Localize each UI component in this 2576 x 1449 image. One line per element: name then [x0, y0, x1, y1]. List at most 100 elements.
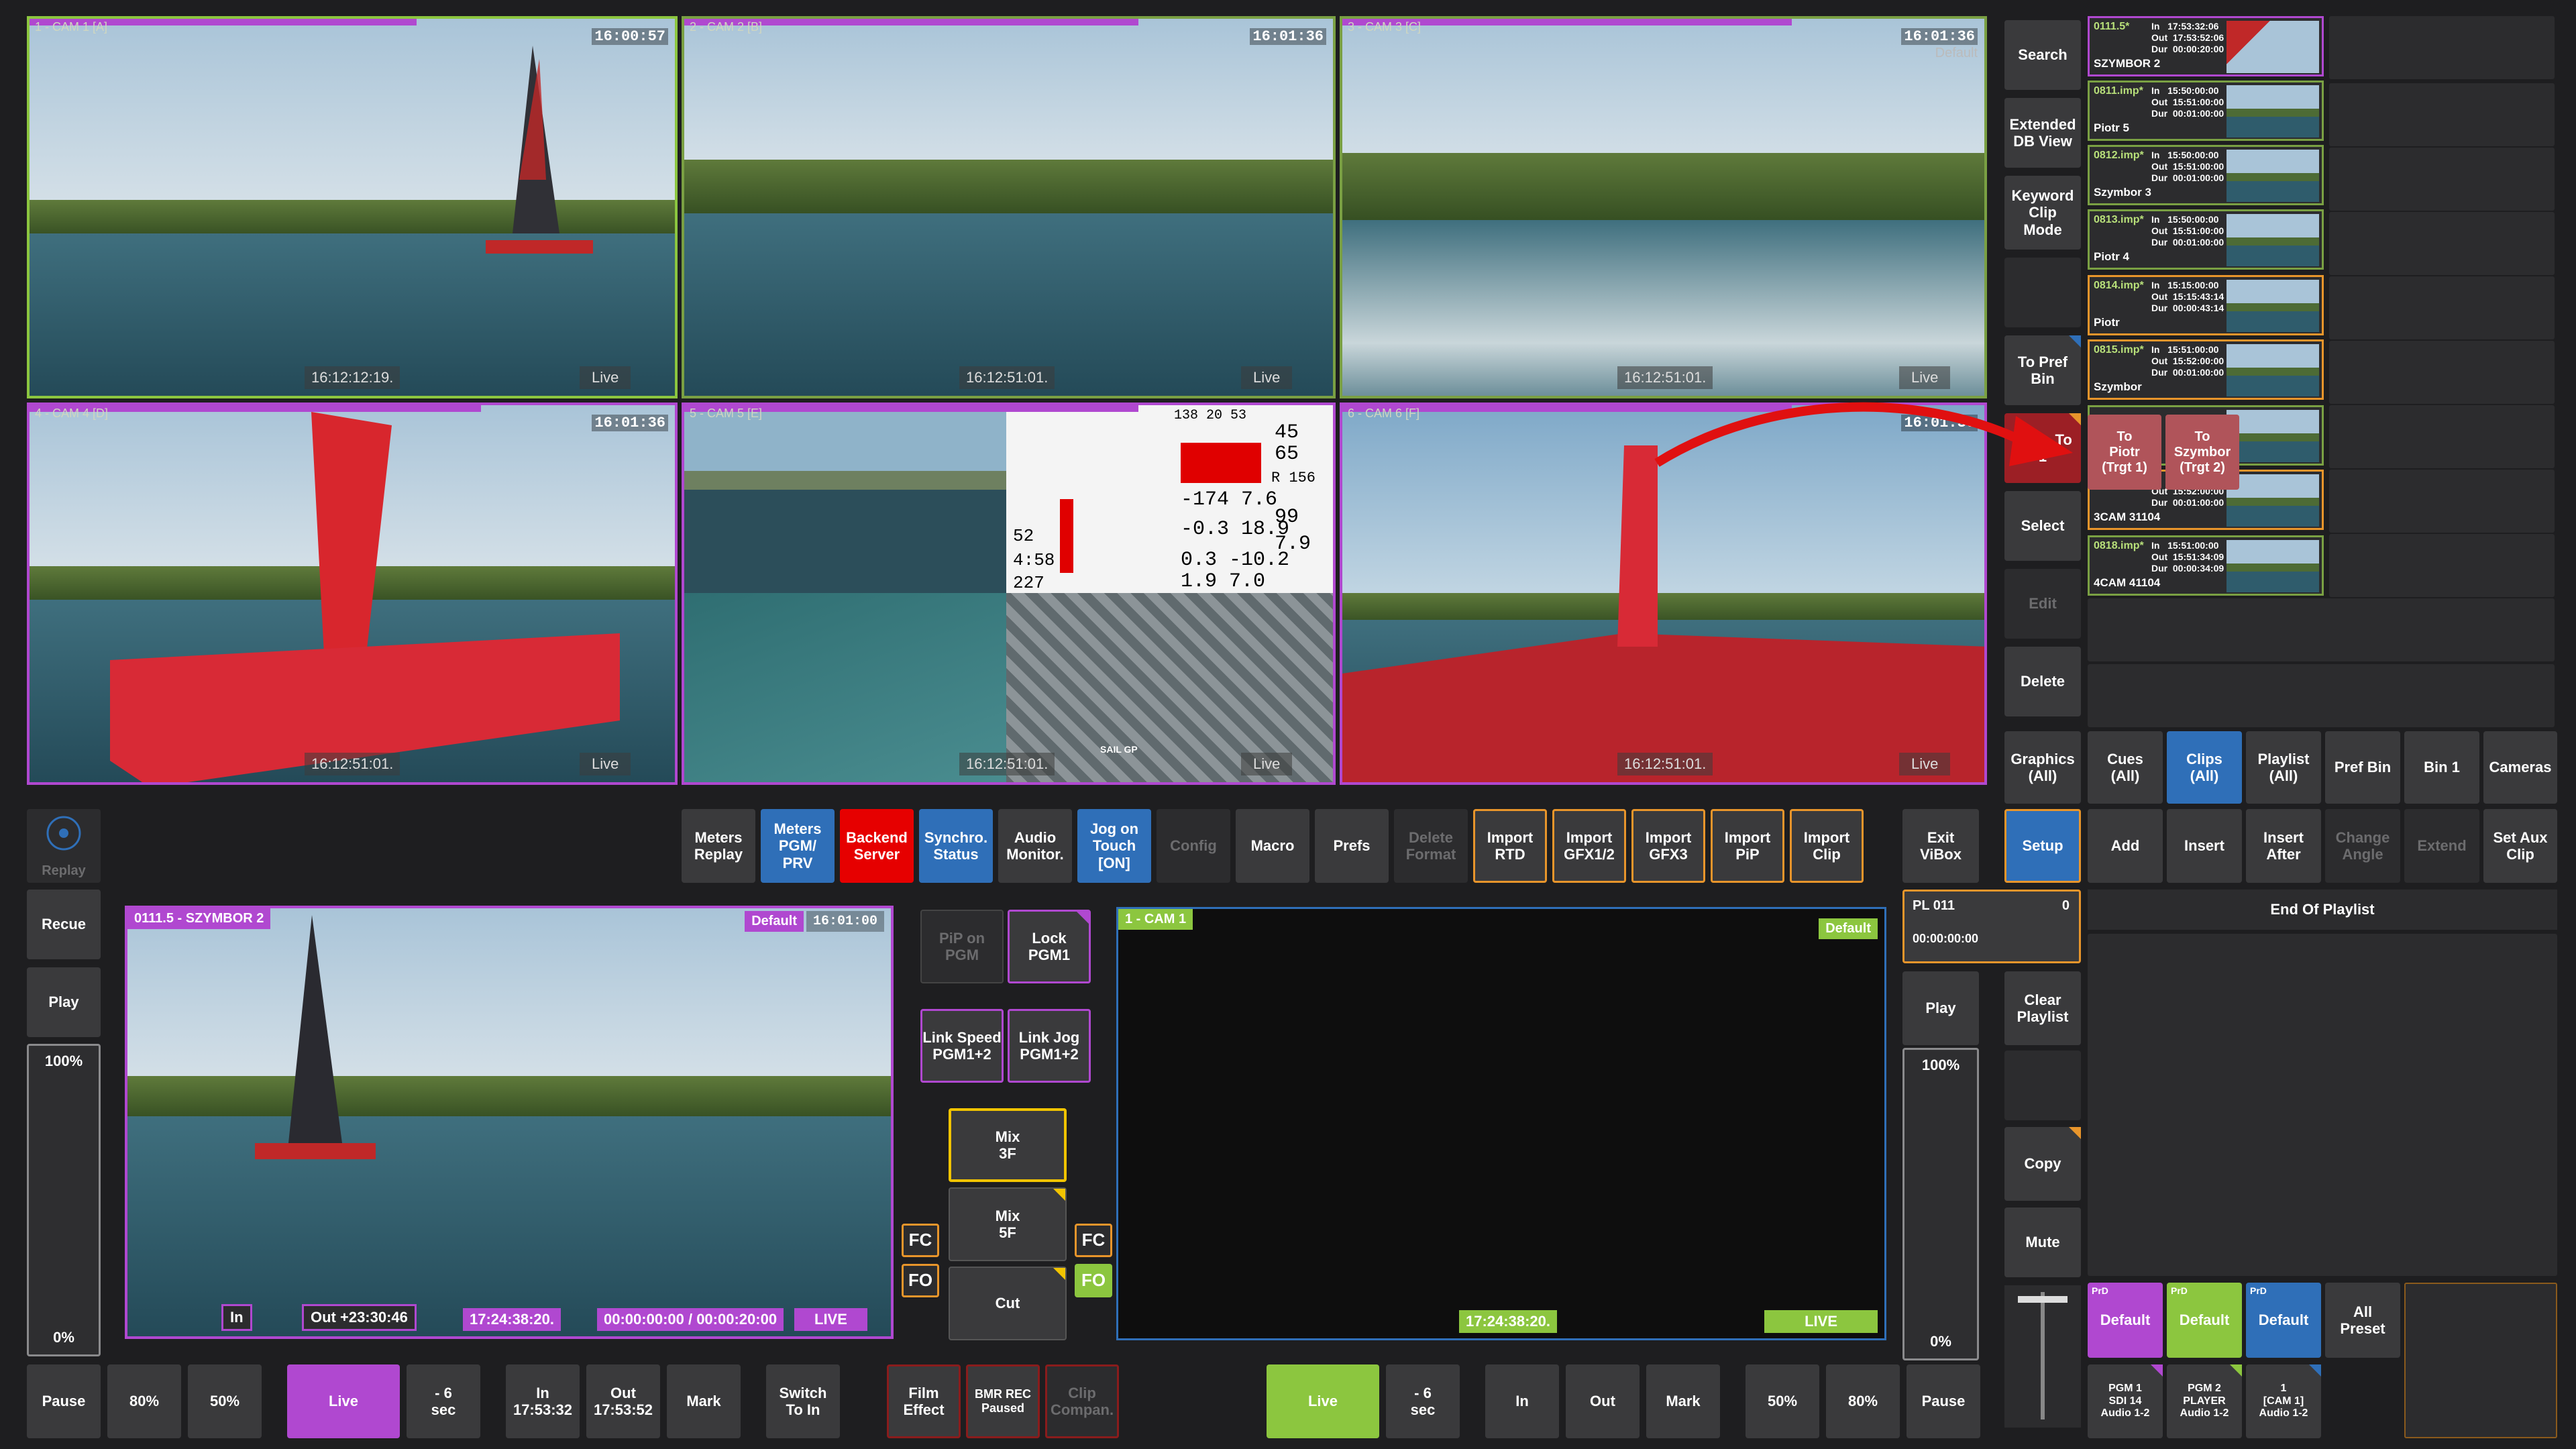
- camera-view-1[interactable]: 1 - CAM 1 [A] 16:00:57 16:12:12:19. Live: [27, 16, 678, 398]
- audio-fader[interactable]: [2004, 1285, 2081, 1428]
- clip-item[interactable]: 0813.imp* In 15:50:00:00 Out 15:51:00:00 …: [2088, 209, 2324, 270]
- delete-button[interactable]: Delete: [2004, 647, 2081, 716]
- mark-button[interactable]: Mark: [1646, 1364, 1720, 1438]
- fader-handle[interactable]: [2018, 1296, 2068, 1303]
- cues-bin-tab[interactable]: Cues (All): [2088, 731, 2163, 804]
- clip-item[interactable]: 0818.imp* In 15:51:00:00 Out 15:51:34:09 …: [2088, 535, 2324, 596]
- audio-out-button[interactable]: PGM 2 PLAYER Audio 1-2: [2167, 1364, 2242, 1438]
- fade-out-left-button[interactable]: FO: [902, 1264, 939, 1297]
- pause-button[interactable]: Pause: [27, 1364, 101, 1438]
- audio-monitor-button[interactable]: Audio Monitor.: [998, 809, 1072, 883]
- insert-button[interactable]: Insert: [2167, 809, 2242, 883]
- meters-pgm-prv-button[interactable]: Meters PGM/ PRV: [761, 809, 835, 883]
- edit-button[interactable]: Edit: [2004, 569, 2081, 639]
- archive-target-1-button[interactable]: To Piotr (Trgt 1): [2088, 415, 2161, 490]
- all-preset-button[interactable]: All Preset: [2325, 1283, 2400, 1358]
- clip-companion-button[interactable]: Clip Compan.: [1045, 1364, 1119, 1438]
- extended-db-view-button[interactable]: Extended DB View: [2004, 98, 2081, 168]
- setup-button[interactable]: Setup: [2004, 809, 2081, 883]
- minus-6-sec-button[interactable]: - 6 sec: [407, 1364, 480, 1438]
- film-effect-button[interactable]: Film Effect: [887, 1364, 961, 1438]
- speed-50-button[interactable]: 50%: [188, 1364, 262, 1438]
- clip-item[interactable]: 0111.5* In 17:53:32:06 Out 17:53:52:06 Du…: [2088, 16, 2324, 76]
- pause-button[interactable]: Pause: [1907, 1364, 1980, 1438]
- prefs-button[interactable]: Prefs: [1315, 809, 1389, 883]
- clip-item[interactable]: 0811.imp* In 15:50:00:00 Out 15:51:00:00 …: [2088, 80, 2324, 141]
- bin-1-tab[interactable]: Bin 1: [2404, 731, 2479, 804]
- audio-out-button[interactable]: PGM 1 SDI 14 Audio 1-2: [2088, 1364, 2163, 1438]
- mix-3f-button[interactable]: Mix 3F: [949, 1108, 1067, 1182]
- camera-view-4[interactable]: 4 - CAM 4 [D] 16:01:36 16:12:51:01. Live: [27, 402, 678, 785]
- mute-button[interactable]: Mute: [2004, 1208, 2081, 1277]
- clip-item[interactable]: 0815.imp* In 15:51:00:00 Out 15:52:00:00 …: [2088, 339, 2324, 400]
- link-jog-button[interactable]: Link Jog PGM1+2: [1008, 1009, 1091, 1083]
- clip-item[interactable]: 0814.imp* In 15:15:00:00 Out 15:15:43:14 …: [2088, 275, 2324, 335]
- recue-button[interactable]: Recue: [27, 890, 101, 959]
- preset-button[interactable]: PrD Default: [2246, 1283, 2321, 1358]
- out-point[interactable]: Out +23:30:46: [302, 1304, 417, 1331]
- import-rtd-button[interactable]: Import RTD: [1473, 809, 1547, 883]
- speed-slider[interactable]: 100% 0%: [27, 1044, 101, 1356]
- config-button[interactable]: Config: [1157, 809, 1230, 883]
- import-pip-button[interactable]: Import PiP: [1711, 809, 1784, 883]
- synchro-status-button[interactable]: Synchro. Status: [919, 809, 993, 883]
- playlist-header[interactable]: PL 011 0 00:00:00:00: [1902, 890, 2081, 963]
- lock-pgm1-button[interactable]: Lock PGM1: [1008, 910, 1091, 983]
- pref-bin-tab[interactable]: Pref Bin: [2325, 731, 2400, 804]
- select-button[interactable]: Select: [2004, 491, 2081, 561]
- camera-view-3[interactable]: 3 - CAM 3 [C] 16:01:36 Default 16:12:51:…: [1340, 16, 1987, 398]
- cameras-bin-tab[interactable]: Cameras: [2483, 731, 2557, 804]
- insert-after-button[interactable]: Insert After: [2246, 809, 2321, 883]
- minus-6-sec-button[interactable]: - 6 sec: [1386, 1364, 1460, 1438]
- speed-slider[interactable]: 100% 0%: [1902, 1048, 1979, 1360]
- fade-cut-left-button[interactable]: FC: [902, 1224, 939, 1257]
- clip-item[interactable]: 0812.imp* In 15:50:00:00 Out 15:51:00:00 …: [2088, 145, 2324, 205]
- out-button[interactable]: Out 17:53:52: [586, 1364, 660, 1438]
- import-clip-button[interactable]: Import Clip: [1790, 809, 1864, 883]
- import-gfx12-button[interactable]: Import GFX1/2: [1552, 809, 1626, 883]
- speed-80-button[interactable]: 80%: [1826, 1364, 1900, 1438]
- audio-out-button[interactable]: 1 [CAM 1] Audio 1-2: [2246, 1364, 2321, 1438]
- search-button[interactable]: Search: [2004, 20, 2081, 90]
- mark-button[interactable]: Mark: [667, 1364, 741, 1438]
- speed-80-button[interactable]: 80%: [107, 1364, 181, 1438]
- mix-5f-button[interactable]: Mix 5F: [949, 1187, 1067, 1261]
- fade-out-right-button[interactable]: FO: [1075, 1264, 1112, 1297]
- play-button[interactable]: Play: [27, 967, 101, 1037]
- macro-button[interactable]: Macro: [1236, 809, 1309, 883]
- bmr-rec-button[interactable]: BMR REC Paused: [966, 1364, 1040, 1438]
- exit-vibox-button[interactable]: Exit ViBox: [1902, 809, 1979, 883]
- cut-button[interactable]: Cut: [949, 1267, 1067, 1340]
- set-aux-clip-button[interactable]: Set Aux Clip: [2483, 809, 2557, 883]
- change-angle-button[interactable]: Change Angle: [2325, 809, 2400, 883]
- clear-playlist-button[interactable]: Clear Playlist: [2004, 971, 2081, 1045]
- link-speed-button[interactable]: Link Speed PGM1+2: [920, 1009, 1004, 1083]
- extend-button[interactable]: Extend: [2404, 809, 2479, 883]
- live-button[interactable]: Live: [1267, 1364, 1379, 1438]
- camera-view-5[interactable]: 138 20 53 45 65 R 156 -174 7.6 99 -0.3 1…: [682, 402, 1336, 785]
- graphics-bin-tab[interactable]: Graphics (All): [2004, 731, 2081, 804]
- replay-player[interactable]: 0111.5 - SZYMBOR 2 Default 16:01:00 In O…: [125, 906, 894, 1339]
- preset-button[interactable]: PrD Default: [2167, 1283, 2242, 1358]
- in-point[interactable]: In: [221, 1304, 252, 1331]
- in-button[interactable]: In 17:53:32: [506, 1364, 580, 1438]
- copy-button[interactable]: Copy: [2004, 1127, 2081, 1201]
- replay-button[interactable]: Replay: [27, 809, 101, 883]
- import-gfx3-button[interactable]: Import GFX3: [1631, 809, 1705, 883]
- speed-50-button[interactable]: 50%: [1746, 1364, 1819, 1438]
- jog-on-touch-button[interactable]: Jog on Touch [ON]: [1077, 809, 1151, 883]
- archive-target-2-button[interactable]: To Szymbor (Trgt 2): [2165, 415, 2239, 490]
- meters-replay-button[interactable]: Meters Replay: [682, 809, 755, 883]
- pip-on-pgm-button[interactable]: PiP on PGM: [920, 910, 1004, 983]
- out-button[interactable]: Out: [1566, 1364, 1640, 1438]
- playlist-bin-tab[interactable]: Playlist (All): [2246, 731, 2321, 804]
- fade-cut-right-button[interactable]: FC: [1075, 1224, 1112, 1257]
- clips-bin-tab[interactable]: Clips (All): [2167, 731, 2242, 804]
- backend-server-button[interactable]: Backend Server: [840, 809, 914, 883]
- live-button[interactable]: Live: [287, 1364, 400, 1438]
- camera-view-2[interactable]: 2 - CAM 2 [B] 16:01:36 16:12:51:01. Live: [682, 16, 1336, 398]
- play-button[interactable]: Play: [1902, 971, 1979, 1045]
- switch-to-in-button[interactable]: Switch To In: [766, 1364, 840, 1438]
- program-player[interactable]: 1 - CAM 1 Default 17:24:38:20. LIVE: [1116, 907, 1886, 1340]
- in-button[interactable]: In: [1485, 1364, 1559, 1438]
